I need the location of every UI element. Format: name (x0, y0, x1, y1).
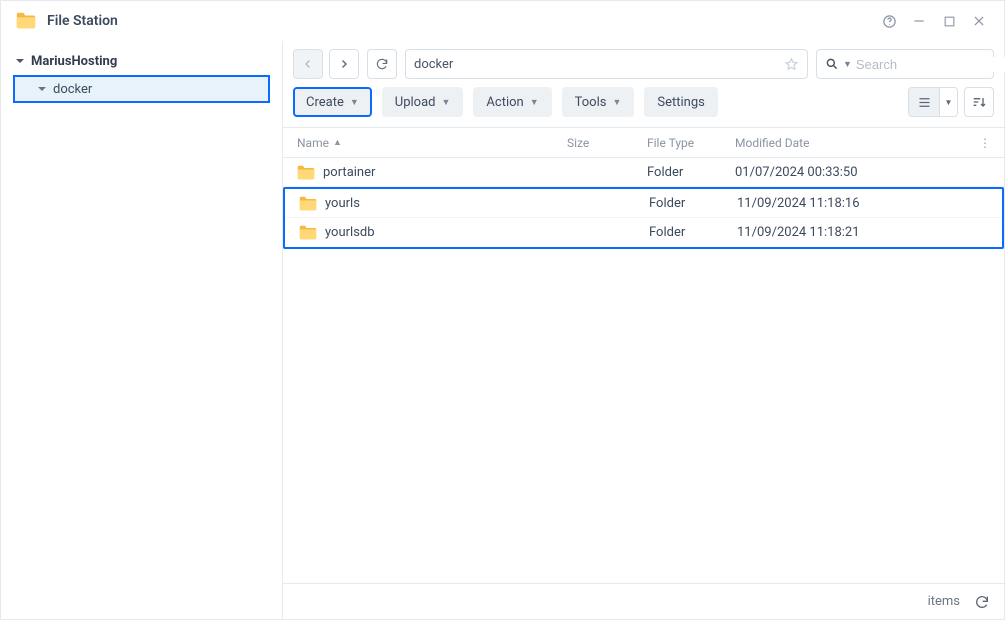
main-panel: docker ▼ Create▼ Upl (283, 41, 1004, 619)
create-button[interactable]: Create ▼ (293, 87, 372, 117)
app-title: File Station (47, 13, 118, 29)
close-icon[interactable] (966, 8, 992, 34)
chevron-down-icon[interactable]: ▼ (843, 59, 852, 70)
items-label: items (928, 594, 960, 609)
tree-item-docker[interactable]: docker (13, 75, 270, 103)
caret-down-icon (15, 56, 25, 66)
list-view-icon[interactable] (909, 88, 939, 116)
upload-button[interactable]: Upload ▼ (382, 87, 464, 117)
titlebar: File Station (1, 1, 1004, 41)
file-type: Folder (641, 225, 729, 240)
caret-down-icon (37, 84, 47, 94)
file-type: Folder (641, 196, 729, 211)
view-mode-dropdown[interactable]: ▼ (939, 88, 957, 116)
action-toolbar: Create ▼ Upload ▼ Action ▼ Tools ▼ Settings (283, 87, 1004, 127)
col-size[interactable]: Size (559, 136, 639, 150)
chevron-down-icon: ▼ (442, 97, 451, 108)
tree-item-label: docker (53, 82, 92, 97)
col-type[interactable]: File Type (639, 136, 727, 150)
col-name[interactable]: Name ▲ (283, 136, 559, 150)
folder-icon (297, 165, 315, 180)
view-mode-toggle[interactable]: ▼ (908, 87, 958, 117)
path-text: docker (414, 57, 453, 72)
settings-button[interactable]: Settings (644, 87, 717, 117)
highlighted-rows: yourls Folder 11/09/2024 11:18:16 yourls… (283, 187, 1004, 249)
tools-label: Tools (575, 95, 607, 110)
path-field[interactable]: docker (405, 49, 808, 79)
file-name: portainer (323, 165, 375, 180)
file-date: 11/09/2024 11:18:21 (729, 225, 1002, 240)
minimize-icon[interactable] (906, 8, 932, 34)
col-date[interactable]: Modified Date (727, 136, 976, 150)
tree-root-label: MariusHosting (31, 54, 117, 69)
status-bar: items (283, 583, 1004, 619)
file-date: 11/09/2024 11:18:16 (729, 196, 1002, 211)
upload-label: Upload (395, 95, 436, 110)
file-name: yourls (325, 196, 360, 211)
settings-label: Settings (657, 95, 704, 110)
search-icon (825, 57, 839, 71)
sidebar: MariusHosting docker (1, 41, 283, 619)
favorite-star-icon[interactable] (784, 57, 799, 72)
chevron-down-icon: ▼ (612, 97, 621, 108)
tools-button[interactable]: Tools ▼ (562, 87, 635, 117)
search-input[interactable] (856, 57, 1005, 72)
table-row[interactable]: yourlsdb Folder 11/09/2024 11:18:21 (285, 218, 1002, 247)
file-date: 01/07/2024 00:33:50 (727, 165, 1004, 180)
chevron-down-icon: ▼ (350, 97, 359, 108)
file-type: Folder (639, 165, 727, 180)
table-header: Name ▲ Size File Type Modified Date ⋮ (283, 128, 1004, 158)
nav-toolbar: docker ▼ (283, 41, 1004, 87)
nav-forward-button[interactable] (329, 49, 359, 79)
action-button[interactable]: Action ▼ (473, 87, 551, 117)
app-folder-icon (15, 10, 37, 32)
action-label: Action (486, 95, 523, 110)
nav-refresh-button[interactable] (367, 49, 397, 79)
table-row[interactable]: portainer Folder 01/07/2024 00:33:50 (283, 158, 1004, 187)
search-field[interactable]: ▼ (816, 49, 994, 79)
sort-button[interactable] (964, 87, 994, 117)
tree-root[interactable]: MariusHosting (5, 47, 278, 75)
table-row[interactable]: yourls Folder 11/09/2024 11:18:16 (285, 189, 1002, 218)
refresh-icon[interactable] (972, 592, 992, 612)
file-name: yourlsdb (325, 225, 375, 240)
folder-icon (299, 225, 317, 240)
column-menu-icon[interactable]: ⋮ (976, 136, 994, 150)
folder-icon (299, 196, 317, 211)
file-table: Name ▲ Size File Type Modified Date ⋮ po… (283, 127, 1004, 583)
file-station-window: File Station MariusHosting docker (0, 0, 1005, 620)
create-label: Create (306, 95, 344, 110)
maximize-icon[interactable] (936, 8, 962, 34)
sort-asc-icon: ▲ (333, 137, 342, 148)
help-icon[interactable] (876, 8, 902, 34)
chevron-down-icon: ▼ (530, 97, 539, 108)
nav-back-button[interactable] (293, 49, 323, 79)
